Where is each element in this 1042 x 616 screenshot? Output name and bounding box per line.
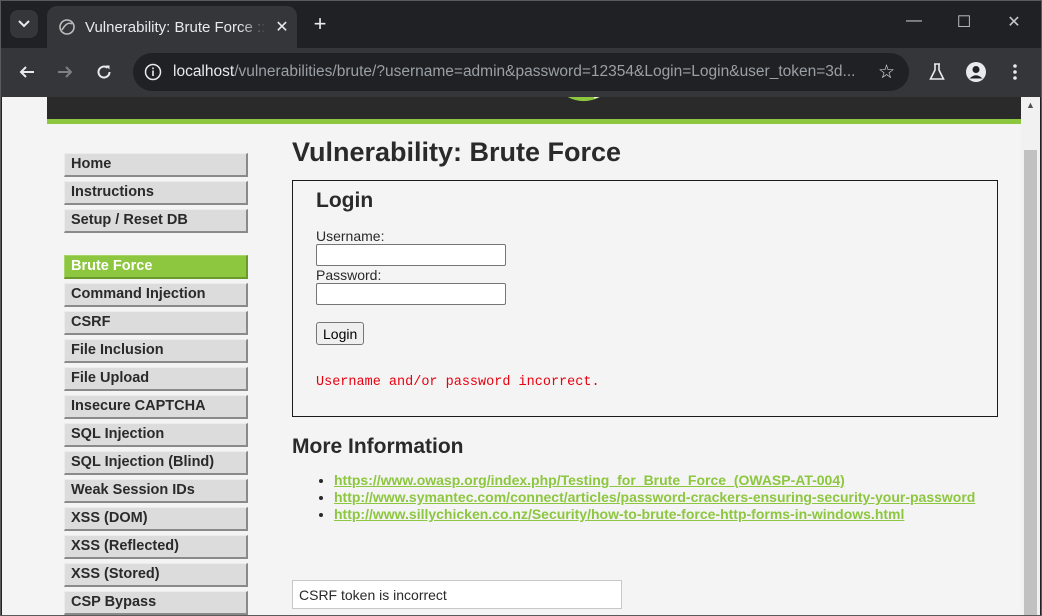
menu-gap (64, 237, 248, 255)
url-path: /vulnerabilities/brute/?username=admin&p… (234, 63, 856, 80)
sidebar-item-xss-stored[interactable]: XSS (Stored) (64, 563, 248, 587)
minimize-icon[interactable]: — (899, 12, 929, 30)
chevron-down-icon[interactable] (10, 10, 38, 38)
maximize-icon[interactable]: ☐ (949, 12, 979, 32)
dvwa-header (47, 97, 1021, 124)
address-bar[interactable]: localhost/vulnerabilities/brute/?usernam… (133, 53, 909, 91)
login-button[interactable]: Login (316, 322, 365, 345)
sidebar-item-weak-session-ids[interactable]: Weak Session IDs (64, 479, 248, 503)
list-item: http://www.symantec.com/connect/articles… (334, 489, 975, 506)
password-label: Password: (316, 267, 382, 283)
window-close-icon[interactable]: ✕ (999, 12, 1029, 32)
scroll-up-icon[interactable]: ▲ (1021, 97, 1040, 114)
url-text: localhost/vulnerabilities/brute/?usernam… (173, 63, 863, 81)
sidebar-item-setup-reset-db[interactable]: Setup / Reset DB (64, 209, 248, 233)
list-item: https://www.owasp.org/index.php/Testing_… (334, 472, 975, 489)
sidebar-item-instructions[interactable]: Instructions (64, 181, 248, 205)
plus-icon[interactable]: + (308, 12, 332, 36)
forward-arrow-icon[interactable] (51, 58, 79, 86)
url-host: localhost (173, 63, 235, 80)
dvwa-logo (567, 97, 600, 101)
info-icon[interactable] (143, 62, 163, 82)
person-icon[interactable] (962, 58, 990, 86)
kebab-menu-icon[interactable] (1001, 58, 1029, 86)
tab-strip: Vulnerability: Brute Force :: Damn Vulne… (0, 0, 1042, 48)
sidebar-menu: Home Instructions Setup / Reset DB Brute F… (64, 153, 248, 616)
login-box: Login Username: Password: Login Username… (292, 180, 998, 417)
sidebar-item-insecure-captcha[interactable]: Insecure CAPTCHA (64, 395, 248, 419)
reload-icon[interactable] (90, 58, 118, 86)
flask-icon[interactable] (923, 58, 951, 86)
login-error-message: Username and/or password incorrect. (316, 375, 600, 390)
page-title: Vulnerability: Brute Force (292, 137, 622, 167)
sidebar-item-file-upload[interactable]: File Upload (64, 367, 248, 391)
list-item: http://www.sillychicken.co.nz/Security/h… (334, 506, 975, 523)
username-input[interactable] (316, 244, 506, 266)
sidebar-item-brute-force[interactable]: Brute Force (64, 255, 248, 279)
back-arrow-icon[interactable] (13, 58, 41, 86)
sidebar-item-csrf[interactable]: CSRF (64, 311, 248, 335)
symantec-link[interactable]: http://www.symantec.com/connect/articles… (334, 489, 975, 505)
sidebar-item-sql-injection[interactable]: SQL Injection (64, 423, 248, 447)
sidebar-item-sql-injection-blind[interactable]: SQL Injection (Blind) (64, 451, 248, 475)
more-information-heading: More Information (292, 435, 464, 458)
sidebar-item-xss-dom[interactable]: XSS (DOM) (64, 507, 248, 531)
sidebar-item-csp-bypass[interactable]: CSP Bypass (64, 591, 248, 615)
sillychicken-link[interactable]: http://www.sillychicken.co.nz/Security/h… (334, 506, 904, 522)
browser-chrome: Vulnerability: Brute Force :: Damn Vulne… (0, 0, 1042, 97)
csrf-message: CSRF token is incorrect (292, 580, 622, 609)
browser-tab-active[interactable]: Vulnerability: Brute Force :: Damn Vulne… (47, 6, 297, 48)
scroll-thumb[interactable] (1024, 150, 1037, 616)
sidebar-item-file-inclusion[interactable]: File Inclusion (64, 339, 248, 363)
owasp-link[interactable]: https://www.owasp.org/index.php/Testing_… (334, 472, 845, 488)
more-information-links: https://www.owasp.org/index.php/Testing_… (312, 472, 975, 523)
dvwa-favicon-icon (58, 18, 76, 36)
toolbar: localhost/vulnerabilities/brute/?usernam… (0, 48, 1042, 97)
tab-title: Vulnerability: Brute Force :: Damn Vulne… (85, 18, 267, 36)
page-viewport: Home Instructions Setup / Reset DB Brute F… (2, 97, 1040, 616)
sidebar-item-xss-reflected[interactable]: XSS (Reflected) (64, 535, 248, 559)
star-icon[interactable]: ☆ (878, 61, 895, 84)
username-label: Username: (316, 228, 385, 244)
menu-group-vulnerabilities: Brute Force Command Injection CSRF File Inc… (64, 255, 248, 615)
close-icon[interactable]: ✕ (273, 17, 291, 37)
menu-group-setup: Home Instructions Setup / Reset DB (64, 153, 248, 233)
vertical-scrollbar[interactable]: ▲ (1021, 97, 1040, 616)
sidebar-item-command-injection[interactable]: Command Injection (64, 283, 248, 307)
password-input[interactable] (316, 283, 506, 305)
login-heading: Login (316, 189, 374, 212)
sidebar-item-home[interactable]: Home (64, 153, 248, 177)
page-background: Home Instructions Setup / Reset DB Brute F… (2, 97, 1021, 616)
